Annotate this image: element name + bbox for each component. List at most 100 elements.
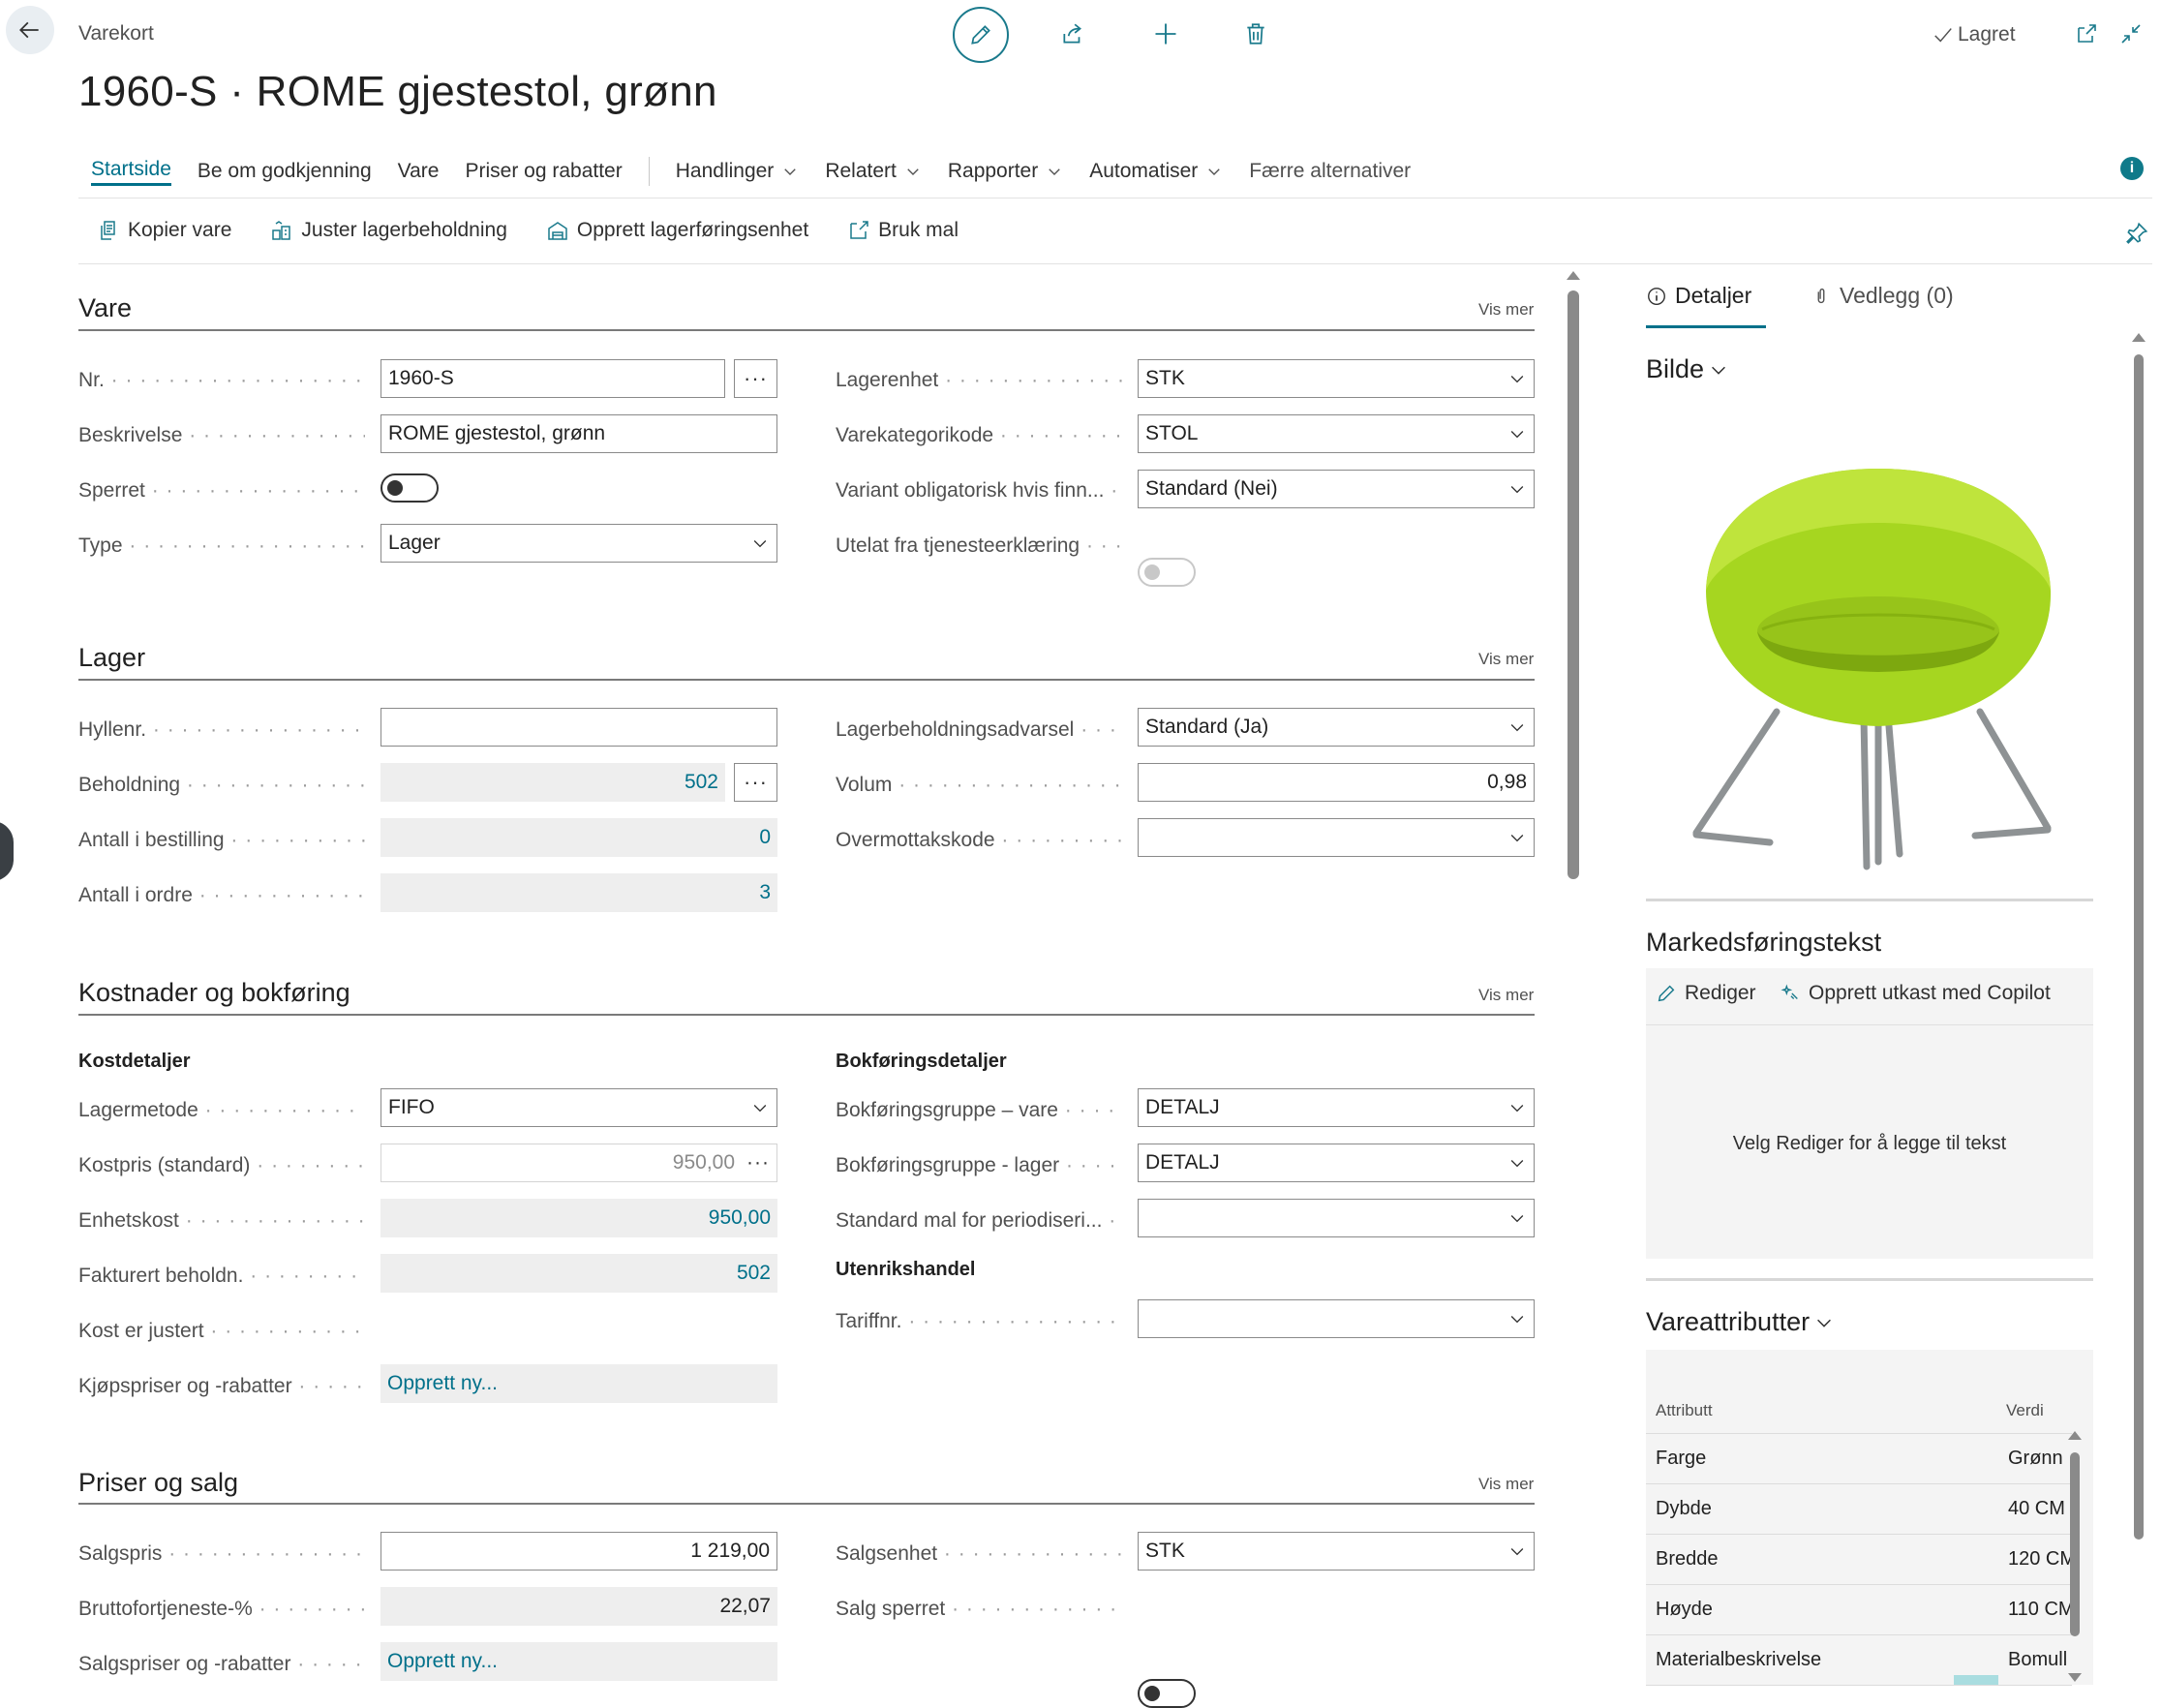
attr-scroll-down-arrow[interactable] [2068, 1673, 2082, 1682]
overmottak-select[interactable] [1138, 818, 1535, 857]
utenrikshandel-heading: Utenrikshandel [836, 1259, 976, 1280]
factbox-tab-details[interactable]: Detaljer [1646, 283, 1751, 309]
vare-show-more-link[interactable]: Vis mer [1478, 300, 1534, 320]
table-row[interactable]: Høyde 110 CM [1646, 1585, 2072, 1635]
factbox-scrollbar-thumb[interactable] [2134, 354, 2144, 1540]
delete-button[interactable] [1235, 14, 1276, 54]
enhetskost-value[interactable]: 950,00 [380, 1199, 777, 1237]
antall-ordre-value[interactable]: 3 [380, 873, 777, 912]
attribute-value: Grønn [2008, 1448, 2063, 1469]
menu-automatiser[interactable]: Automatiser [1089, 160, 1223, 183]
salgspris-field[interactable]: 1 219,00 [380, 1532, 777, 1571]
beholdning-value[interactable]: 502 [380, 763, 725, 802]
nr-field[interactable]: 1960-S [380, 359, 725, 398]
salgspriser-link[interactable]: Opprett ny... [380, 1642, 777, 1681]
tab-startside[interactable]: Startside [91, 158, 171, 186]
lager-show-more-link[interactable]: Vis mer [1478, 650, 1534, 669]
menu-rapporter[interactable]: Rapporter [948, 160, 1063, 183]
nr-lookup-button[interactable]: ··· [734, 359, 777, 398]
tariff-select[interactable] [1138, 1299, 1535, 1338]
salgsenhet-select[interactable]: STK [1138, 1532, 1535, 1571]
attribute-name: Høyde [1656, 1599, 1713, 1620]
value-column-header[interactable]: Verdi [2006, 1401, 2044, 1420]
bglager-select[interactable]: DETALJ [1138, 1144, 1535, 1182]
table-row[interactable]: Dybde 40 CM [1646, 1484, 2072, 1535]
section-divider [78, 1503, 1535, 1505]
info-circle-icon [1648, 287, 1665, 305]
collapse-button[interactable] [2111, 14, 2151, 54]
factbox-tab-attachments[interactable]: Vedlegg (0) [1811, 283, 1954, 309]
kjopspriser-link[interactable]: Opprett ny... [380, 1364, 777, 1403]
volum-field[interactable]: 0,98 [1138, 763, 1535, 802]
kost-justert-label: Kost er justert [78, 1320, 365, 1343]
type-value: Lager [388, 532, 441, 554]
copy-item-button[interactable]: Kopier vare [97, 219, 231, 242]
table-row[interactable]: Bredde 120 CM [1646, 1535, 2072, 1585]
side-panel-handle[interactable] [0, 821, 14, 881]
periodisering-select[interactable] [1138, 1199, 1535, 1237]
fewer-options-button[interactable]: Færre alternativer [1249, 160, 1411, 183]
advarsel-select[interactable]: Standard (Ja) [1138, 708, 1535, 747]
share-button[interactable] [1052, 14, 1093, 54]
adjust-inventory-button[interactable]: Juster lagerbeholdning [270, 219, 507, 242]
kost-show-more-link[interactable]: Vis mer [1478, 986, 1534, 1005]
beskrivelse-label: Beskrivelse [78, 424, 365, 447]
brutto-label: Bruttofortjeneste-% [78, 1598, 365, 1621]
kostpris-field[interactable]: 950,00 ··· [380, 1144, 777, 1182]
promoted-divider-line [78, 263, 2152, 264]
chevron-down-icon [1510, 1105, 1524, 1113]
tab-be-om-godkjenning[interactable]: Be om godkjenning [198, 160, 372, 183]
lagermetode-select[interactable]: FIFO [380, 1088, 777, 1127]
sperret-label: Sperret [78, 479, 365, 503]
back-button[interactable] [6, 6, 54, 54]
attribute-name: Dybde [1656, 1498, 1712, 1519]
main-scrollbar-thumb[interactable] [1567, 290, 1579, 879]
varekategori-select[interactable]: STOL [1138, 414, 1535, 453]
edit-button[interactable] [953, 7, 1009, 63]
table-row[interactable]: Materialbeskrivelse Bomull [1646, 1635, 2072, 1686]
sperret-toggle[interactable] [380, 473, 439, 503]
tab-vare[interactable]: Vare [398, 160, 440, 183]
beholdning-lookup-button[interactable]: ··· [734, 763, 777, 802]
section-lager-title: Lager [78, 643, 146, 672]
variant-label: Variant obligatorisk hvis finn... [836, 479, 1122, 503]
new-button[interactable] [1145, 14, 1186, 54]
kostpris-label: Kostpris (standard) [78, 1154, 365, 1177]
menu-handlinger[interactable]: Handlinger [676, 160, 800, 183]
kostpris-lookup-icon[interactable]: ··· [746, 1151, 770, 1174]
pin-button[interactable] [2124, 221, 2149, 251]
create-sku-button[interactable]: Opprett lagerføringsenhet [546, 219, 808, 242]
copilot-draft-button[interactable]: Opprett utkast med Copilot [1780, 982, 2051, 1005]
apply-template-button[interactable]: Bruk mal [847, 219, 959, 242]
lagerenhet-value: STK [1145, 367, 1185, 389]
attr-scrollbar-thumb[interactable] [2070, 1452, 2080, 1636]
factbox-scroll-up-arrow[interactable] [2132, 333, 2146, 342]
fakturert-value[interactable]: 502 [380, 1254, 777, 1293]
copilot-sparkle-icon [1781, 984, 1798, 999]
variant-select[interactable]: Standard (Nei) [1138, 470, 1535, 508]
bilde-header[interactable]: Bilde [1646, 354, 1729, 384]
salg-sperret-toggle[interactable] [1138, 1679, 1196, 1708]
open-new-window-button[interactable] [2066, 14, 2107, 54]
rediger-button[interactable]: Rediger [1656, 982, 1756, 1005]
vareattributter-header[interactable]: Vareattributter [1646, 1307, 1835, 1337]
info-icon[interactable]: i [2120, 157, 2144, 180]
priser-show-more-link[interactable]: Vis mer [1478, 1475, 1534, 1494]
bgvare-select[interactable]: DETALJ [1138, 1088, 1535, 1127]
paperclip-icon [1817, 288, 1825, 303]
utelat-toggle[interactable] [1138, 558, 1196, 587]
attribute-column-header[interactable]: Attributt [1656, 1401, 1713, 1420]
beskrivelse-field[interactable]: ROME gjestestol, grønn [380, 414, 777, 453]
menu-relatert[interactable]: Relatert [825, 160, 922, 183]
tab-priser-og-rabatter[interactable]: Priser og rabatter [465, 160, 622, 183]
antall-bestilling-value[interactable]: 0 [380, 818, 777, 857]
table-row[interactable]: Farge Grønn [1646, 1434, 2072, 1484]
attribute-value: Bomull [2008, 1649, 2068, 1670]
hyllenr-field[interactable] [380, 708, 777, 747]
type-select[interactable]: Lager [380, 524, 777, 563]
section-divider [78, 1014, 1535, 1016]
chevron-down-icon [1510, 1215, 1524, 1223]
main-scroll-up-arrow[interactable] [1567, 271, 1580, 280]
attr-scroll-up-arrow[interactable] [2068, 1431, 2082, 1440]
lagerenhet-select[interactable]: STK [1138, 359, 1535, 398]
